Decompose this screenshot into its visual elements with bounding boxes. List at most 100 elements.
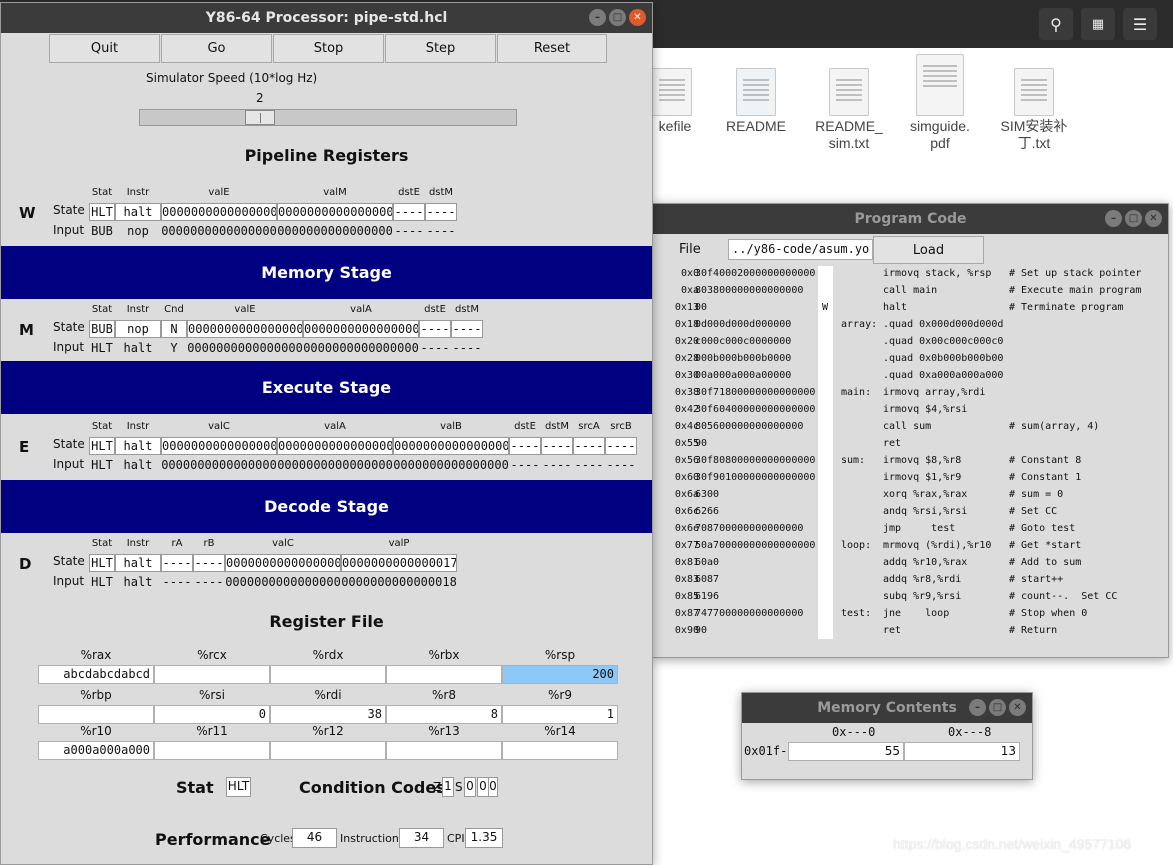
code-address: 0x30 xyxy=(674,370,699,381)
memory-cell: 13 xyxy=(904,742,1020,761)
code-instruction: irmovq $8,%r8 xyxy=(883,455,962,466)
register-name: %rsi xyxy=(199,688,225,702)
pipeline-state-cell: HLT xyxy=(89,554,115,572)
register-value: 1 xyxy=(502,705,618,724)
code-bytes: 90 xyxy=(695,438,708,449)
code-bytes: 000b000b000b0000 xyxy=(695,353,792,364)
code-instruction: irmovq array,%rdi xyxy=(883,387,986,398)
code-bytes: 0d000d000d000000 xyxy=(695,319,792,330)
code-instruction: .quad 0x00c000c000c0 xyxy=(883,336,1004,347)
state-row-label: State xyxy=(53,320,85,334)
code-comment: # sum(array, 4) xyxy=(1009,421,1100,432)
reset-button[interactable]: Reset xyxy=(497,34,607,63)
pipeline-column-header: valP xyxy=(388,538,410,549)
speed-slider-thumb[interactable] xyxy=(245,110,275,125)
pipeline-column-header: Stat xyxy=(91,421,113,432)
file-path-input[interactable]: ../y86-code/asum.yo xyxy=(728,239,873,260)
minimize-button[interactable]: – xyxy=(1105,210,1122,227)
maximize-button[interactable]: □ xyxy=(609,9,626,26)
pipeline-state-cell: halt xyxy=(115,203,161,221)
quit-button[interactable]: Quit xyxy=(49,34,160,63)
register-name: %rsp xyxy=(544,648,576,662)
stage-letter-w: W xyxy=(19,204,36,222)
code-label: sum: xyxy=(841,455,866,466)
cc-z-label: Z xyxy=(433,780,442,794)
pipeline-input-cell: HLT xyxy=(91,575,113,589)
file-item-readme[interactable]: README xyxy=(726,68,786,135)
speed-label: Simulator Speed (10*log Hz) xyxy=(146,71,318,85)
stop-button[interactable]: Stop xyxy=(273,34,384,63)
pipeline-state-cell: ---- xyxy=(573,437,605,455)
pipeline-input-cell: ---- xyxy=(510,458,540,472)
pipeline-state-cell: ---- xyxy=(541,437,573,455)
close-button[interactable]: ✕ xyxy=(1145,210,1162,227)
search-button[interactable]: ⚲ xyxy=(1039,8,1073,40)
program-code-titlebar: Program Code – □ ✕ xyxy=(653,204,1168,234)
pipeline-input-cell: HLT xyxy=(91,341,113,355)
maximize-button[interactable]: □ xyxy=(989,699,1006,716)
pipeline-column-header: valE xyxy=(208,187,230,198)
code-address: 0x90 xyxy=(674,625,699,636)
register-value xyxy=(386,741,502,760)
text-file-icon xyxy=(829,68,869,116)
file-item-simguide[interactable]: simguide. pdf xyxy=(903,54,977,152)
pipeline-column-header: Instr xyxy=(126,421,150,432)
pipeline-input-cell: 0000000000000000 xyxy=(161,458,277,472)
close-button[interactable]: ✕ xyxy=(629,9,646,26)
pipeline-column-header: dstM xyxy=(428,187,454,198)
code-instruction: jne loop xyxy=(883,608,950,619)
step-button[interactable]: Step xyxy=(385,34,496,63)
pipeline-column-header: Instr xyxy=(126,538,150,549)
minimize-button[interactable]: – xyxy=(969,699,986,716)
code-comment: # Goto test xyxy=(1009,523,1076,534)
pipeline-input-cell: halt xyxy=(123,575,153,589)
register-name: %r14 xyxy=(544,724,576,738)
pipeline-column-header: Stat xyxy=(91,304,113,315)
memory-col-header: 0x---8 xyxy=(948,725,992,739)
code-instruction: call sum xyxy=(883,421,932,432)
pipeline-input-cell: ---- xyxy=(606,458,636,472)
pipeline-state-cell: halt xyxy=(115,437,161,455)
code-address: 0x60 xyxy=(674,472,699,483)
code-address: 0x87 xyxy=(674,608,699,619)
memory-contents-window: Memory Contents – □ ✕ 0x---0 0x---8 0x01… xyxy=(741,692,1033,780)
cc-extra-value: 0 xyxy=(488,777,498,797)
code-address: 0x55 xyxy=(674,438,699,449)
cpi-value: 1.35 xyxy=(465,828,503,848)
code-instruction: irmovq $1,%r9 xyxy=(883,472,962,483)
input-row-label: Input xyxy=(53,223,85,237)
register-name: %r10 xyxy=(80,724,112,738)
pipeline-input-cell: halt xyxy=(123,458,153,472)
performance-label: Performance xyxy=(155,830,271,849)
code-bytes: 00a000a000a00000 xyxy=(695,370,792,381)
window-title: Y86-64 Processor: pipe-std.hcl xyxy=(205,10,448,26)
code-label: loop: xyxy=(841,540,872,551)
register-name: %rbp xyxy=(80,688,112,702)
file-item-makefile[interactable]: kefile xyxy=(652,68,698,135)
load-button[interactable]: Load xyxy=(873,236,984,264)
pdf-file-icon xyxy=(916,54,964,116)
go-button[interactable]: Go xyxy=(161,34,272,63)
view-toggle-button[interactable]: ▦ xyxy=(1081,8,1115,40)
c-file-icon xyxy=(736,68,776,116)
pipeline-input-cell: ---- xyxy=(426,224,456,238)
input-row-label: Input xyxy=(53,340,85,354)
speed-slider[interactable] xyxy=(139,109,517,126)
code-label: main: xyxy=(841,387,872,398)
pipeline-registers-title: Pipeline Registers xyxy=(244,146,409,165)
file-item-readme-sim[interactable]: README_ sim.txt xyxy=(814,68,884,152)
code-instruction: .quad 0x000d000d000d xyxy=(883,319,1004,330)
close-button[interactable]: ✕ xyxy=(1009,699,1026,716)
code-comment: # Add to sum xyxy=(1009,557,1082,568)
minimize-button[interactable]: – xyxy=(589,9,606,26)
menu-button[interactable]: ☰ xyxy=(1123,8,1157,40)
register-value xyxy=(502,741,618,760)
text-file-icon xyxy=(652,68,692,116)
register-value: 0 xyxy=(154,705,270,724)
maximize-button[interactable]: □ xyxy=(1125,210,1142,227)
file-item-sim-patch[interactable]: SIM安装补 丁.txt xyxy=(996,68,1072,152)
register-value xyxy=(154,741,270,760)
pipeline-state-cell: halt xyxy=(115,554,161,572)
pipeline-input-cell: 0000000000000000 xyxy=(277,458,393,472)
pipeline-state-cell: nop xyxy=(115,320,161,338)
